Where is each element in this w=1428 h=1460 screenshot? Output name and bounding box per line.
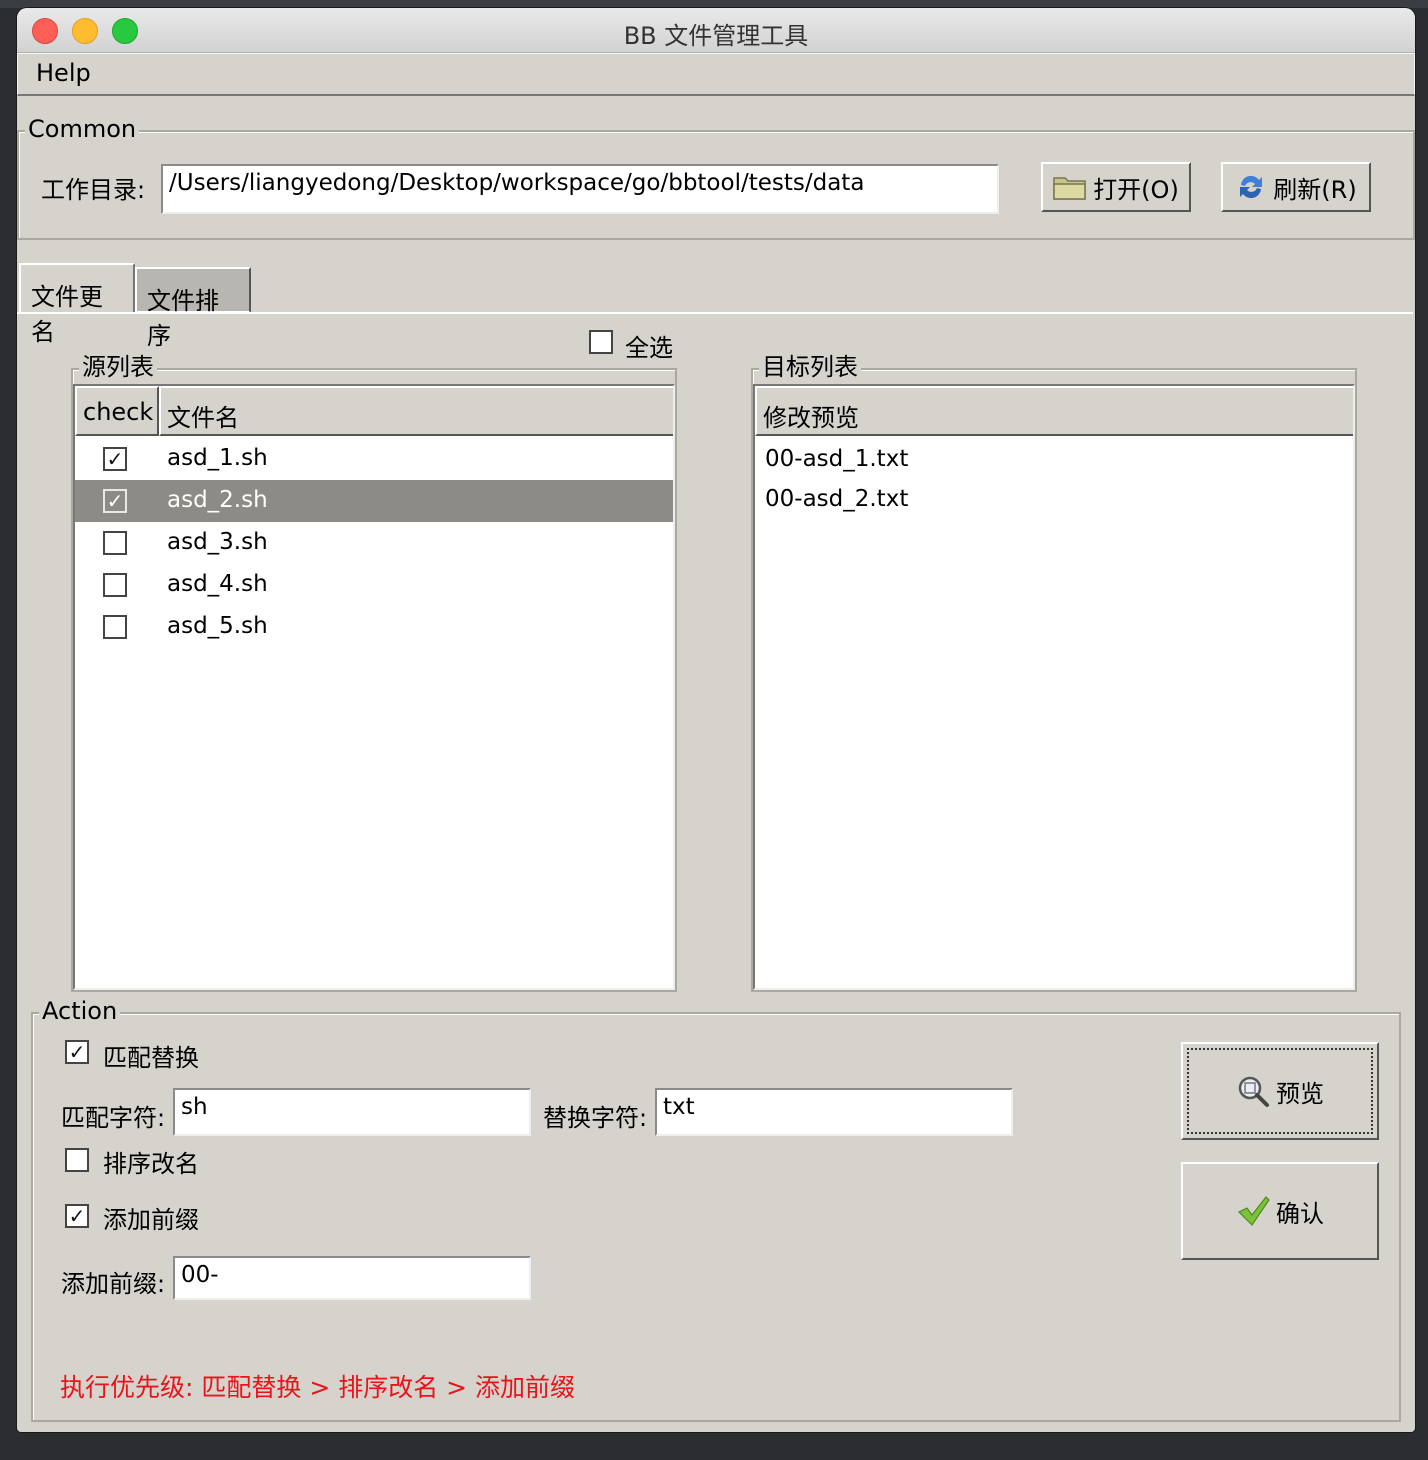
preview-button-label: 预览 <box>1276 1079 1324 1108</box>
prefix-input[interactable]: 00- <box>173 1256 531 1300</box>
checkmark-icon <box>1237 1196 1270 1226</box>
sort-rename-checkbox[interactable] <box>65 1148 89 1172</box>
target-row[interactable]: 00-asd_2.txt <box>765 486 908 512</box>
priority-note: 执行优先级: 匹配替换 > 排序改名 > 添加前缀 <box>60 1373 576 1402</box>
target-list[interactable]: 修改预览 00-asd_1.txt 00-asd_2.txt <box>753 384 1355 990</box>
work-dir-input[interactable]: /Users/liangyedong/Desktop/workspace/go/… <box>161 164 999 214</box>
match-replace-checkbox[interactable]: ✓ <box>65 1040 89 1064</box>
row-checkbox[interactable] <box>103 531 127 555</box>
replace-chars-input[interactable]: txt <box>655 1088 1013 1136</box>
replace-chars-label: 替换字符: <box>543 1104 648 1132</box>
row-filename: asd_5.sh <box>167 613 268 639</box>
common-group-title: Common <box>25 114 140 144</box>
open-button[interactable]: 打开(O) <box>1041 162 1191 212</box>
menu-help[interactable]: Help <box>36 59 91 87</box>
title-bar: BB 文件管理工具 <box>17 8 1415 53</box>
source-list[interactable]: check 文件名 ✓ asd_1.sh ✓ asd_2.sh asd_3.sh… <box>73 384 675 990</box>
refresh-icon <box>1240 175 1263 199</box>
work-dir-label: 工作目录: <box>41 176 146 204</box>
source-row[interactable]: asd_4.sh <box>75 564 673 606</box>
row-checkbox[interactable]: ✓ <box>103 489 127 513</box>
source-row-selected[interactable]: ✓ asd_2.sh <box>75 480 673 522</box>
col-header-check[interactable]: check <box>75 386 159 436</box>
prefix-label: 添加前缀: <box>61 1270 166 1298</box>
source-row[interactable]: asd_3.sh <box>75 522 673 564</box>
background-toolbar-strip <box>0 0 1428 8</box>
add-prefix-checkbox[interactable]: ✓ <box>65 1204 89 1228</box>
match-chars-label: 匹配字符: <box>61 1104 166 1132</box>
source-row[interactable]: ✓ asd_1.sh <box>75 438 673 480</box>
source-list-group: 源列表 check 文件名 ✓ asd_1.sh ✓ asd_2.sh asd_… <box>71 352 677 992</box>
preview-button[interactable]: 预览 <box>1181 1042 1379 1140</box>
window-title: BB 文件管理工具 <box>623 22 809 50</box>
common-group: Common 工作目录: /Users/liangyedong/Desktop/… <box>17 114 1415 240</box>
app-window: BB 文件管理工具 Help Common 工作目录: /Users/liang… <box>17 8 1415 1432</box>
folder-icon <box>1053 177 1086 200</box>
source-list-title: 源列表 <box>79 352 157 382</box>
col-header-preview[interactable]: 修改预览 <box>755 386 1353 436</box>
tab-bar: 文件更名 文件排序 <box>17 263 1415 350</box>
confirm-button-label: 确认 <box>1276 1199 1324 1228</box>
row-checkbox[interactable] <box>103 615 127 639</box>
row-filename: asd_4.sh <box>167 571 268 597</box>
confirm-button[interactable]: 确认 <box>1181 1162 1379 1260</box>
row-checkbox[interactable]: ✓ <box>103 447 127 471</box>
target-list-title: 目标列表 <box>759 352 861 382</box>
magnifier-icon <box>1238 1076 1269 1107</box>
target-list-group: 目标列表 修改预览 00-asd_1.txt 00-asd_2.txt <box>751 352 1357 992</box>
add-prefix-label: 添加前缀 <box>103 1206 199 1234</box>
open-button-label: 打开(O) <box>1093 175 1179 204</box>
row-filename: asd_2.sh <box>167 487 268 513</box>
refresh-button[interactable]: 刷新(R) <box>1221 162 1371 212</box>
match-chars-input[interactable]: sh <box>173 1088 531 1136</box>
row-checkbox[interactable] <box>103 573 127 597</box>
tab-file-sort[interactable]: 文件排序 <box>135 267 251 350</box>
action-group: Action ✓ 匹配替换 匹配字符: sh 替换字符: txt 排序改名 ✓ … <box>31 996 1401 1422</box>
rename-tab-panel: 全选 源列表 check 文件名 ✓ asd_1.sh ✓ asd_2.sh a… <box>17 312 1413 1432</box>
refresh-button-label: 刷新(R) <box>1273 175 1357 204</box>
source-row[interactable]: asd_5.sh <box>75 606 673 648</box>
sort-rename-label: 排序改名 <box>103 1150 199 1178</box>
select-all-label: 全选 <box>625 334 673 362</box>
row-filename: asd_3.sh <box>167 529 268 555</box>
menu-bar: Help <box>17 53 1415 96</box>
tab-file-rename[interactable]: 文件更名 <box>19 263 135 346</box>
col-header-filename[interactable]: 文件名 <box>159 386 673 436</box>
action-group-title: Action <box>39 996 121 1026</box>
target-row[interactable]: 00-asd_1.txt <box>765 446 908 472</box>
match-replace-label: 匹配替换 <box>103 1044 199 1072</box>
select-all-checkbox[interactable] <box>589 330 613 354</box>
row-filename: asd_1.sh <box>167 445 268 471</box>
